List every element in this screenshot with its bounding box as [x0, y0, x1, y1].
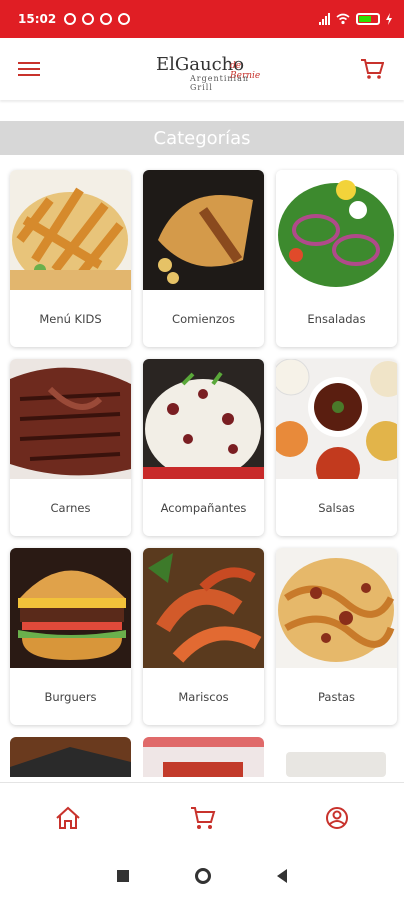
charging-icon — [386, 13, 392, 25]
categories-header: Categorías — [0, 121, 404, 155]
category-label: Salsas — [318, 500, 355, 515]
category-card-partial[interactable] — [276, 737, 397, 777]
notification-icon — [100, 13, 113, 25]
category-label: Burguers — [44, 689, 97, 704]
steak-image — [10, 359, 131, 479]
category-label: Ensaladas — [307, 311, 366, 326]
empanada-image — [143, 170, 264, 290]
category-card[interactable]: Menú KIDS — [10, 170, 131, 347]
notification-icon — [118, 13, 131, 25]
category-card[interactable]: Pastas — [276, 548, 397, 725]
shrimp-image — [143, 548, 264, 668]
category-label: Pastas — [317, 689, 355, 704]
category-label: Carnes — [50, 500, 91, 515]
category-label: Mariscos — [178, 689, 229, 704]
cart-icon[interactable] — [360, 58, 384, 80]
status-time: 15:02 — [18, 12, 57, 26]
category-card[interactable]: Comienzos — [143, 170, 264, 347]
category-card-partial[interactable] — [143, 737, 264, 777]
home-icon[interactable] — [55, 806, 81, 830]
bottom-nav — [0, 782, 404, 852]
battery-icon — [356, 13, 380, 25]
category-card[interactable]: Ensaladas — [276, 170, 397, 347]
rice-image — [143, 359, 264, 479]
pasta-bolognese-image — [276, 548, 397, 668]
wifi-icon — [336, 13, 350, 25]
logo: ElGaucho de Bernie Argentinian Grill — [156, 54, 261, 92]
menu-icon[interactable] — [18, 62, 40, 76]
category-grid: Menú KIDS Comienzos Ensaladas Carnes Aco… — [10, 170, 397, 777]
notification-icon — [64, 13, 77, 25]
cart-icon[interactable] — [190, 806, 216, 830]
profile-icon[interactable] — [325, 806, 349, 830]
category-label: Acompañantes — [160, 500, 247, 515]
salad-image — [276, 170, 397, 290]
system-nav — [0, 852, 404, 900]
home-button[interactable] — [195, 868, 211, 884]
back-button[interactable] — [277, 869, 287, 883]
category-label: Comienzos — [172, 311, 235, 326]
app-header: ElGaucho de Bernie Argentinian Grill — [0, 38, 404, 100]
status-bar: 15:02 — [0, 0, 404, 38]
category-label: Menú KIDS — [39, 311, 102, 326]
category-card[interactable]: Acompañantes — [143, 359, 264, 536]
category-card[interactable]: Salsas — [276, 359, 397, 536]
category-card-partial[interactable] — [10, 737, 131, 777]
category-card[interactable]: Burguers — [10, 548, 131, 725]
system-status — [319, 13, 392, 25]
recents-button[interactable] — [117, 870, 129, 882]
category-card[interactable]: Carnes — [10, 359, 131, 536]
sauces-image — [276, 359, 397, 479]
category-card[interactable]: Mariscos — [143, 548, 264, 725]
alarm-icon — [82, 13, 95, 25]
pasta-image — [10, 170, 131, 290]
notification-icons — [64, 13, 131, 25]
signal-icon — [319, 13, 330, 25]
burger-image — [10, 548, 131, 668]
